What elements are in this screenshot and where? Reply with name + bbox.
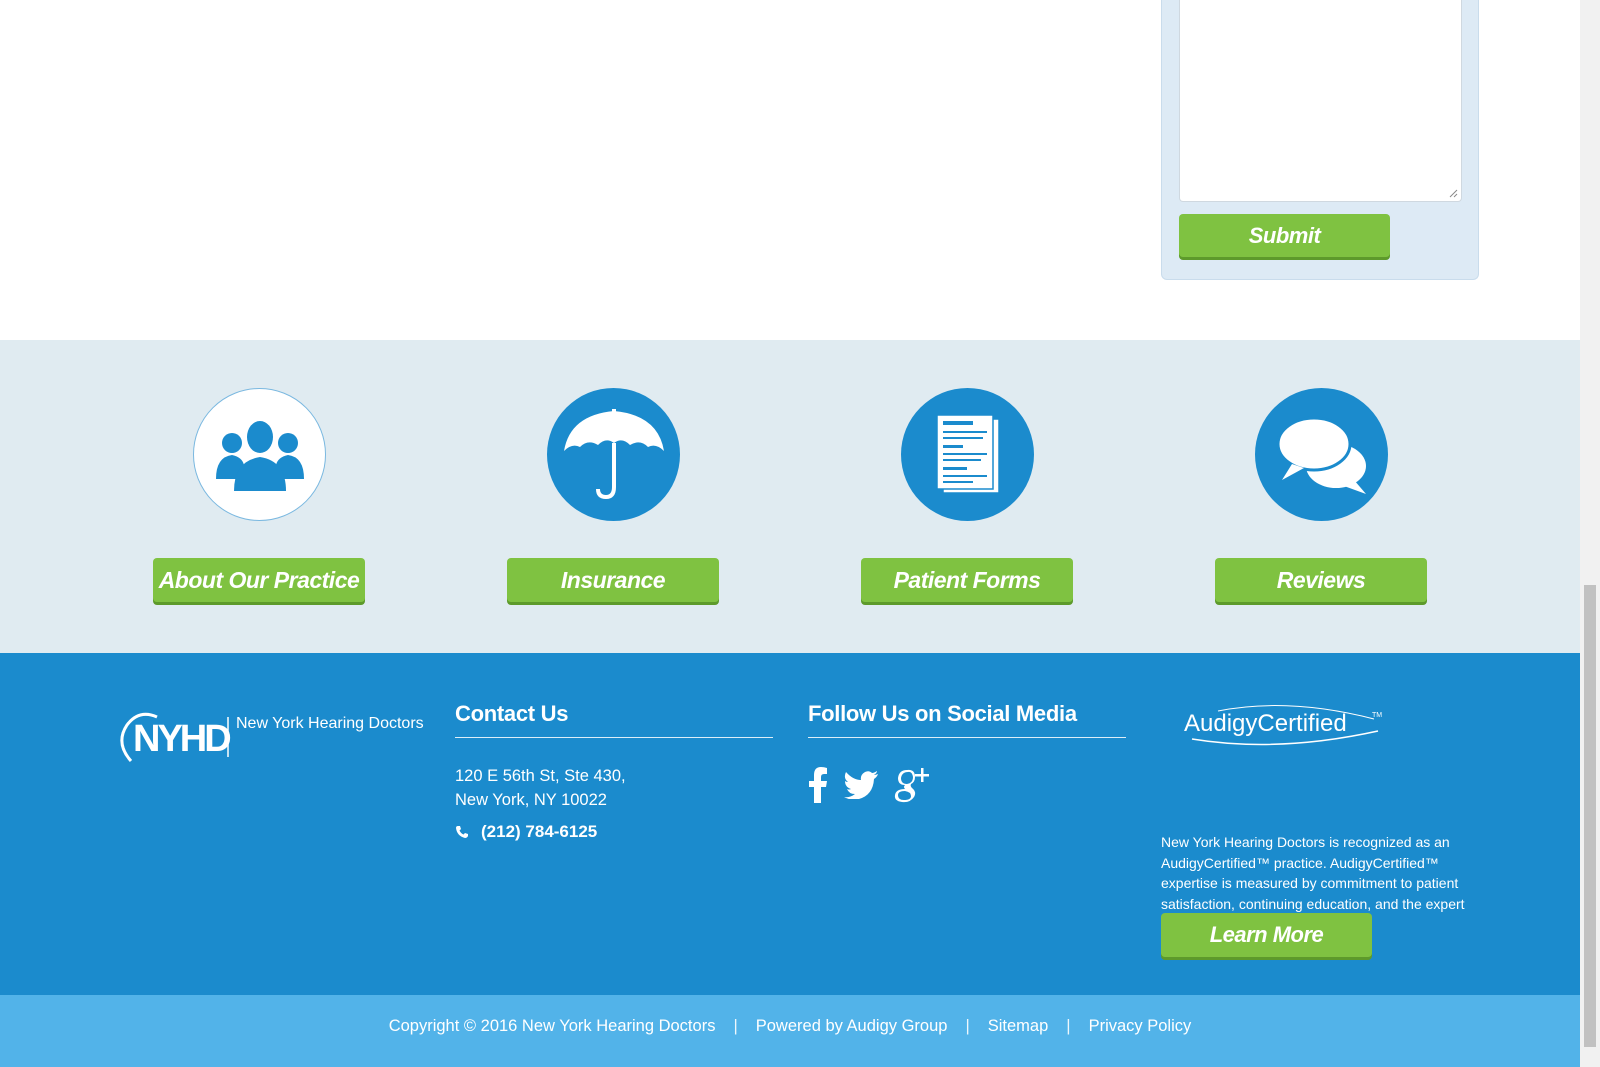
audigy-logo-text: AudigyCertified [1184, 710, 1347, 737]
document-icon [935, 414, 1000, 494]
phone-icon [456, 826, 468, 838]
page: Submit About Our Practice Insurance Pati… [0, 0, 1580, 1067]
logo-text: New York Hearing Doctors [236, 715, 424, 732]
feature-reviews: Reviews [1215, 388, 1429, 608]
people-icon [215, 420, 304, 491]
contact-column: Contact Us 120 E 56th St, Ste 430, New Y… [455, 701, 773, 842]
insurance-circle[interactable] [547, 388, 680, 521]
nyhd-logo[interactable]: NYHD [117, 703, 437, 773]
forms-circle[interactable] [901, 388, 1034, 521]
footer: NYHD New York Hearing Doctors Contact Us… [0, 653, 1580, 995]
copyright-text: Copyright © 2016 New York Hearing Doctor… [388, 1016, 716, 1035]
reviews-button[interactable]: Reviews [1215, 558, 1427, 602]
bottom-bar: Copyright © 2016 New York Hearing Doctor… [0, 995, 1580, 1067]
address: 120 E 56th St, Ste 430, New York, NY 100… [455, 764, 773, 812]
feature-forms: Patient Forms [861, 388, 1075, 608]
insurance-button[interactable]: Insurance [507, 558, 719, 602]
separator: | [1066, 1016, 1071, 1035]
separator: | [965, 1016, 970, 1035]
submit-button[interactable]: Submit [1179, 214, 1390, 257]
svg-text:TM: TM [1372, 712, 1382, 719]
logo-mark: NYHD [133, 718, 230, 760]
google-plus-icon[interactable] [894, 766, 930, 804]
powered-by-link[interactable]: Powered by Audigy Group [756, 1017, 948, 1036]
separator: | [733, 1016, 738, 1035]
about-circle[interactable] [193, 388, 326, 521]
contact-heading: Contact Us [455, 701, 773, 738]
about-our-practice-button[interactable]: About Our Practice [153, 558, 365, 602]
sitemap-link[interactable]: Sitemap [988, 1017, 1049, 1036]
scrollbar-thumb[interactable] [1584, 585, 1596, 1047]
message-textarea[interactable] [1179, 0, 1462, 202]
audigy-certified-logo[interactable]: AudigyCertified TM [1178, 701, 1388, 749]
resize-grip-icon[interactable] [1448, 188, 1458, 198]
social-heading: Follow Us on Social Media [808, 701, 1126, 738]
feature-about: About Our Practice [153, 388, 367, 608]
social-column: Follow Us on Social Media [808, 701, 1126, 804]
umbrella-icon [563, 408, 664, 499]
patient-forms-button[interactable]: Patient Forms [861, 558, 1073, 602]
facebook-icon[interactable] [808, 767, 828, 803]
address-line-1: 120 E 56th St, Ste 430, [455, 767, 626, 785]
twitter-icon[interactable] [844, 771, 878, 799]
feature-insurance: Insurance [507, 388, 721, 608]
reviews-circle[interactable] [1255, 388, 1388, 521]
vertical-scrollbar[interactable] [1580, 0, 1600, 1067]
social-icons [808, 766, 1126, 804]
phone[interactable]: (212) 784-6125 [455, 822, 773, 842]
contact-form-panel: Submit [1161, 0, 1479, 280]
feature-strip: About Our Practice Insurance Patient For… [0, 340, 1580, 653]
learn-more-button[interactable]: Learn More [1161, 913, 1372, 957]
privacy-policy-link[interactable]: Privacy Policy [1089, 1017, 1192, 1036]
chat-bubbles-icon [1276, 416, 1366, 494]
address-line-2: New York, NY 10022 [455, 791, 607, 809]
phone-number[interactable]: (212) 784-6125 [481, 822, 597, 842]
